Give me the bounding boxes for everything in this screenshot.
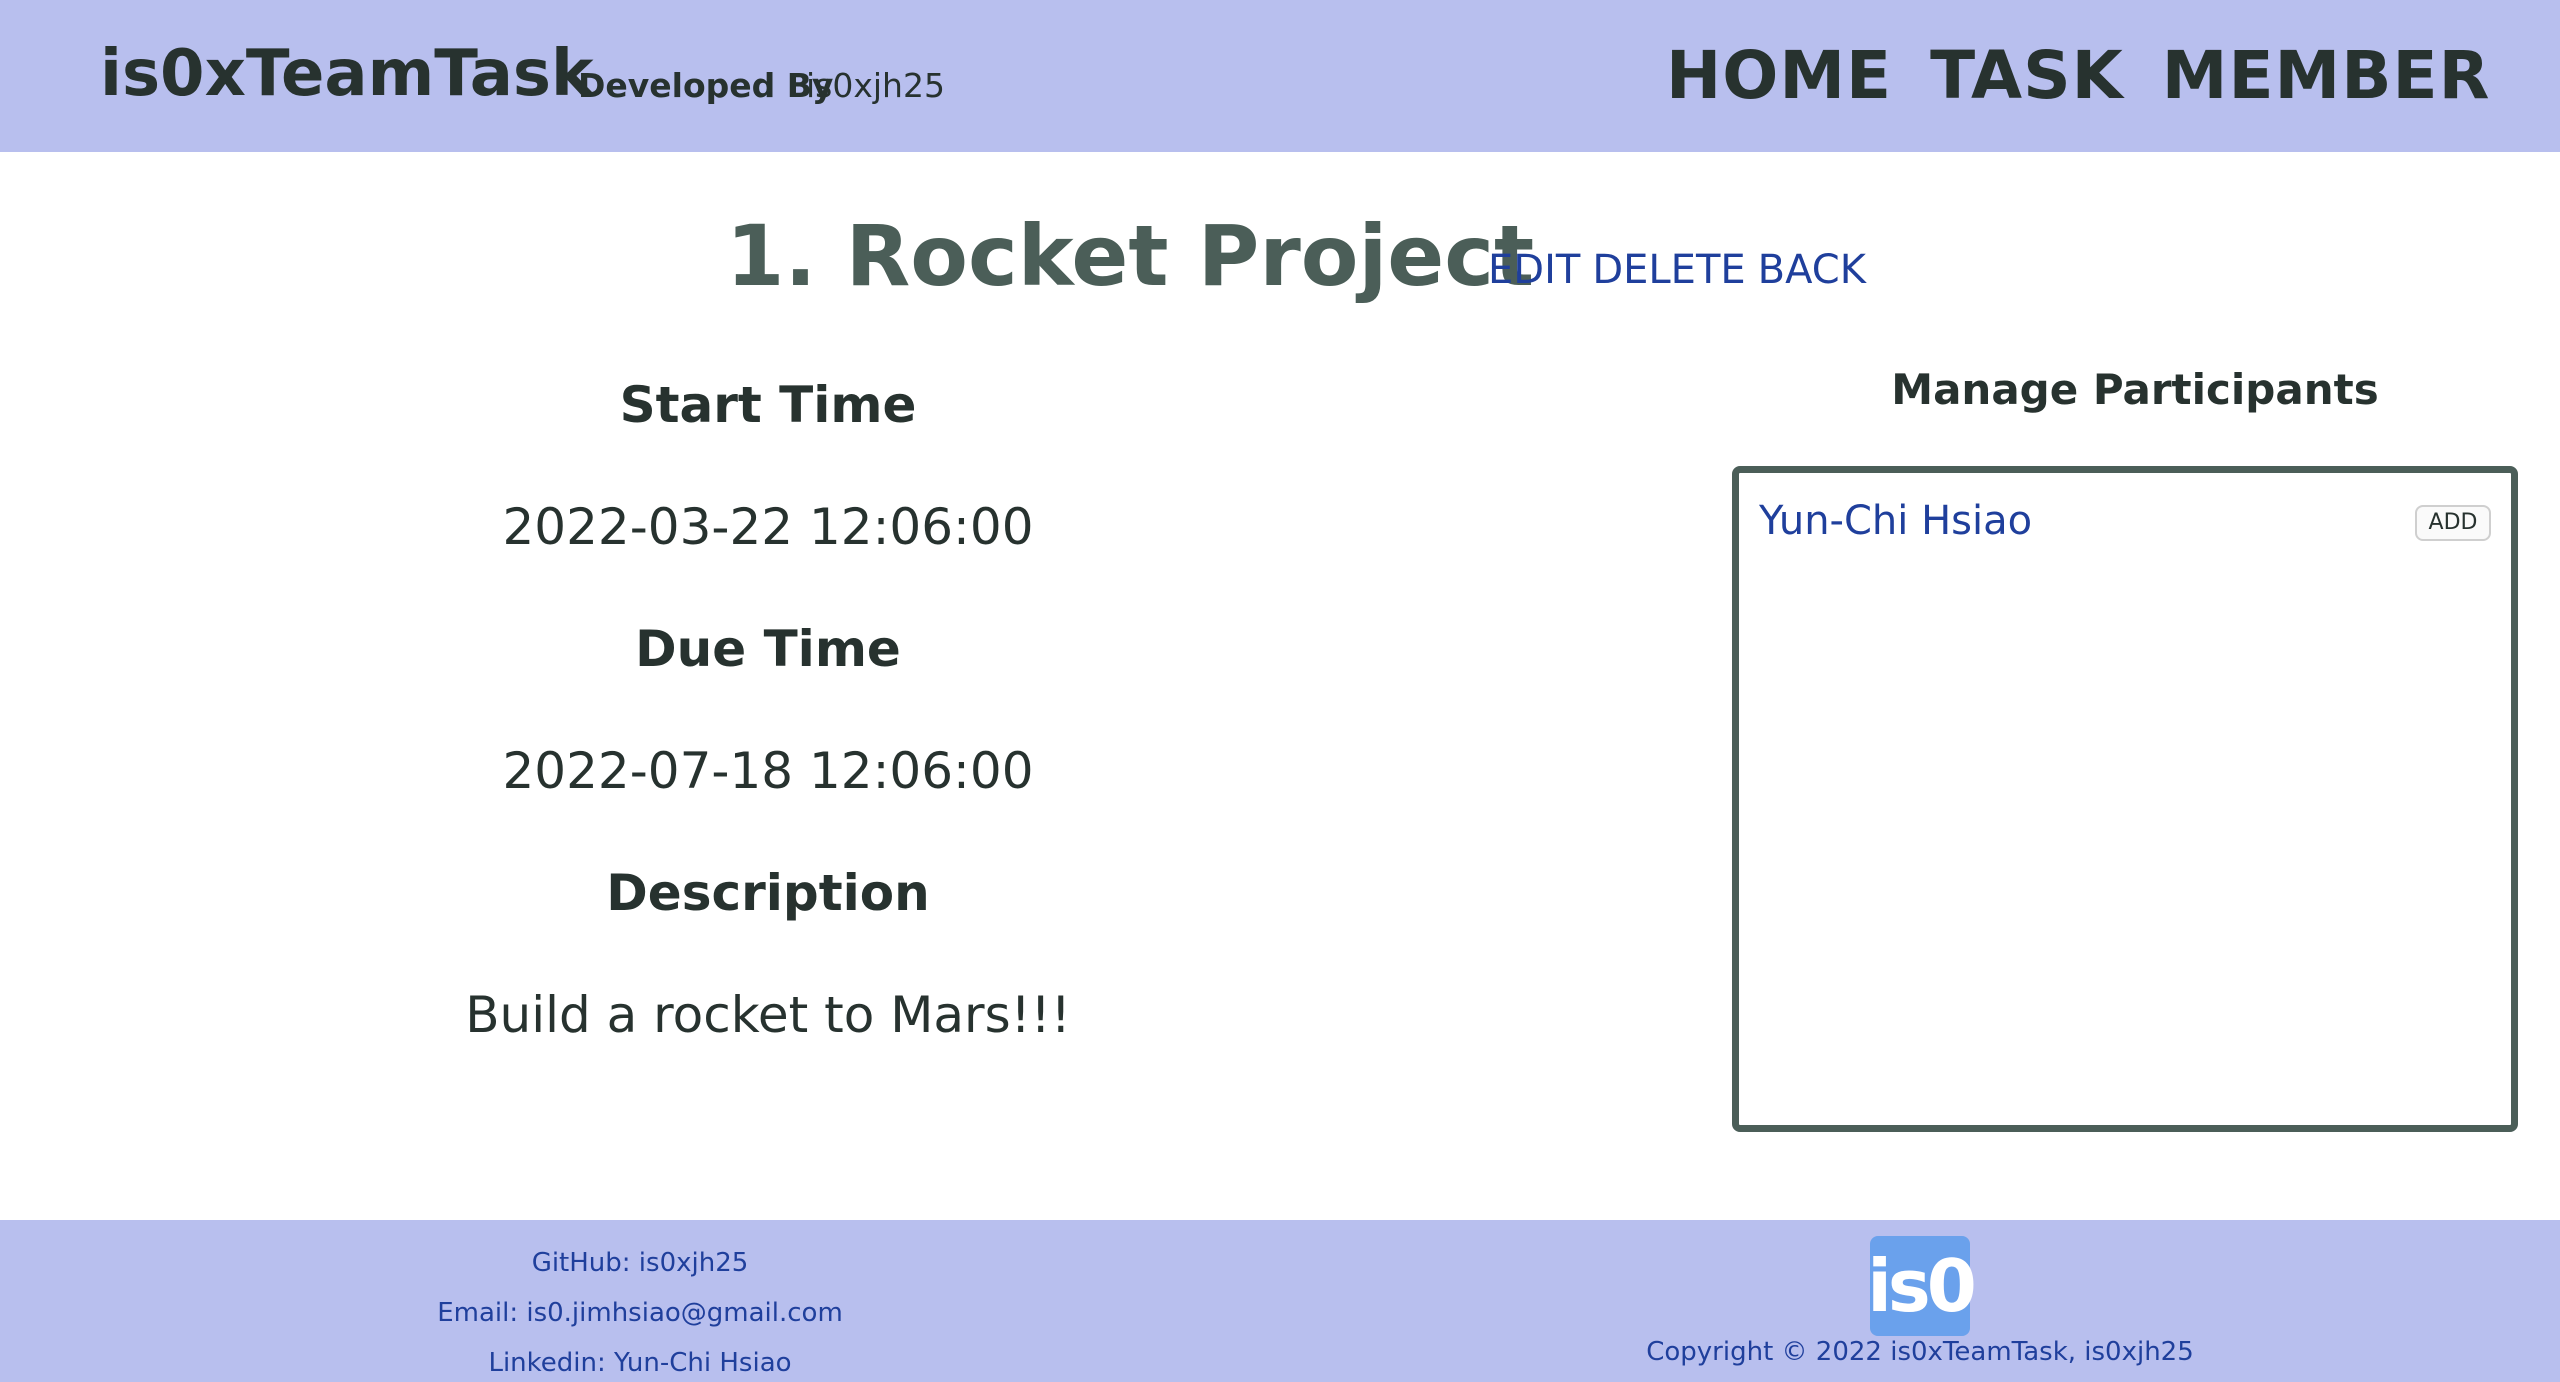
- logo-icon: is0: [1867, 1236, 1977, 1336]
- description-label: Description: [606, 864, 930, 922]
- footer: GitHub: is0xjh25 Email: is0.jimhsiao@gma…: [0, 1220, 2560, 1382]
- participant-name[interactable]: Yun-Chi Hsiao: [1759, 491, 2032, 551]
- due-time-label: Due Time: [635, 620, 901, 678]
- start-time-value: 2022-03-22 12:06:00: [502, 498, 1034, 556]
- email-link[interactable]: Email: is0.jimhsiao@gmail.com: [340, 1288, 940, 1338]
- top-header: is0xTeamTask Developed By is0xjh25 HOME …: [0, 0, 2560, 152]
- participants-list: Yun-Chi Hsiao ADD: [1732, 466, 2518, 1132]
- add-participant-button[interactable]: ADD: [2415, 505, 2491, 541]
- description-value: Build a rocket to Mars!!!: [465, 986, 1071, 1044]
- edit-link[interactable]: EDIT: [1488, 244, 1580, 296]
- back-link[interactable]: BACK: [1758, 244, 1866, 296]
- copyright-text: Copyright © 2022 is0xTeamTask, is0xjh25: [1646, 1337, 2194, 1367]
- task-details: Start Time 2022-03-22 12:06:00 Due Time …: [368, 370, 1168, 1102]
- footer-contact: GitHub: is0xjh25 Email: is0.jimhsiao@gma…: [340, 1238, 940, 1382]
- nav-task[interactable]: TASK: [1930, 36, 2124, 116]
- due-time-value: 2022-07-18 12:06:00: [502, 742, 1034, 800]
- nav-member[interactable]: MEMBER: [2162, 36, 2491, 116]
- participant-row: Yun-Chi Hsiao ADD: [1759, 491, 2491, 551]
- github-link[interactable]: GitHub: is0xjh25: [340, 1238, 940, 1288]
- delete-link[interactable]: DELETE: [1592, 244, 1745, 296]
- nav-home[interactable]: HOME: [1666, 36, 1892, 116]
- linkedin-link[interactable]: Linkedin: Yun-Chi Hsiao: [340, 1338, 940, 1382]
- brand-title[interactable]: is0xTeamTask: [100, 34, 594, 114]
- developer-name: is0xjh25: [806, 66, 945, 105]
- task-actions: EDIT DELETE BACK: [1488, 244, 1866, 296]
- page: is0xTeamTask Developed By is0xjh25 HOME …: [0, 0, 2560, 1382]
- main-nav: HOME TASK MEMBER: [1666, 36, 2490, 116]
- manage-participants-title: Manage Participants: [1891, 365, 2379, 414]
- task-title: 1. Rocket Project: [726, 207, 1535, 305]
- developed-by-label: Developed By: [578, 66, 834, 105]
- start-time-label: Start Time: [619, 376, 917, 434]
